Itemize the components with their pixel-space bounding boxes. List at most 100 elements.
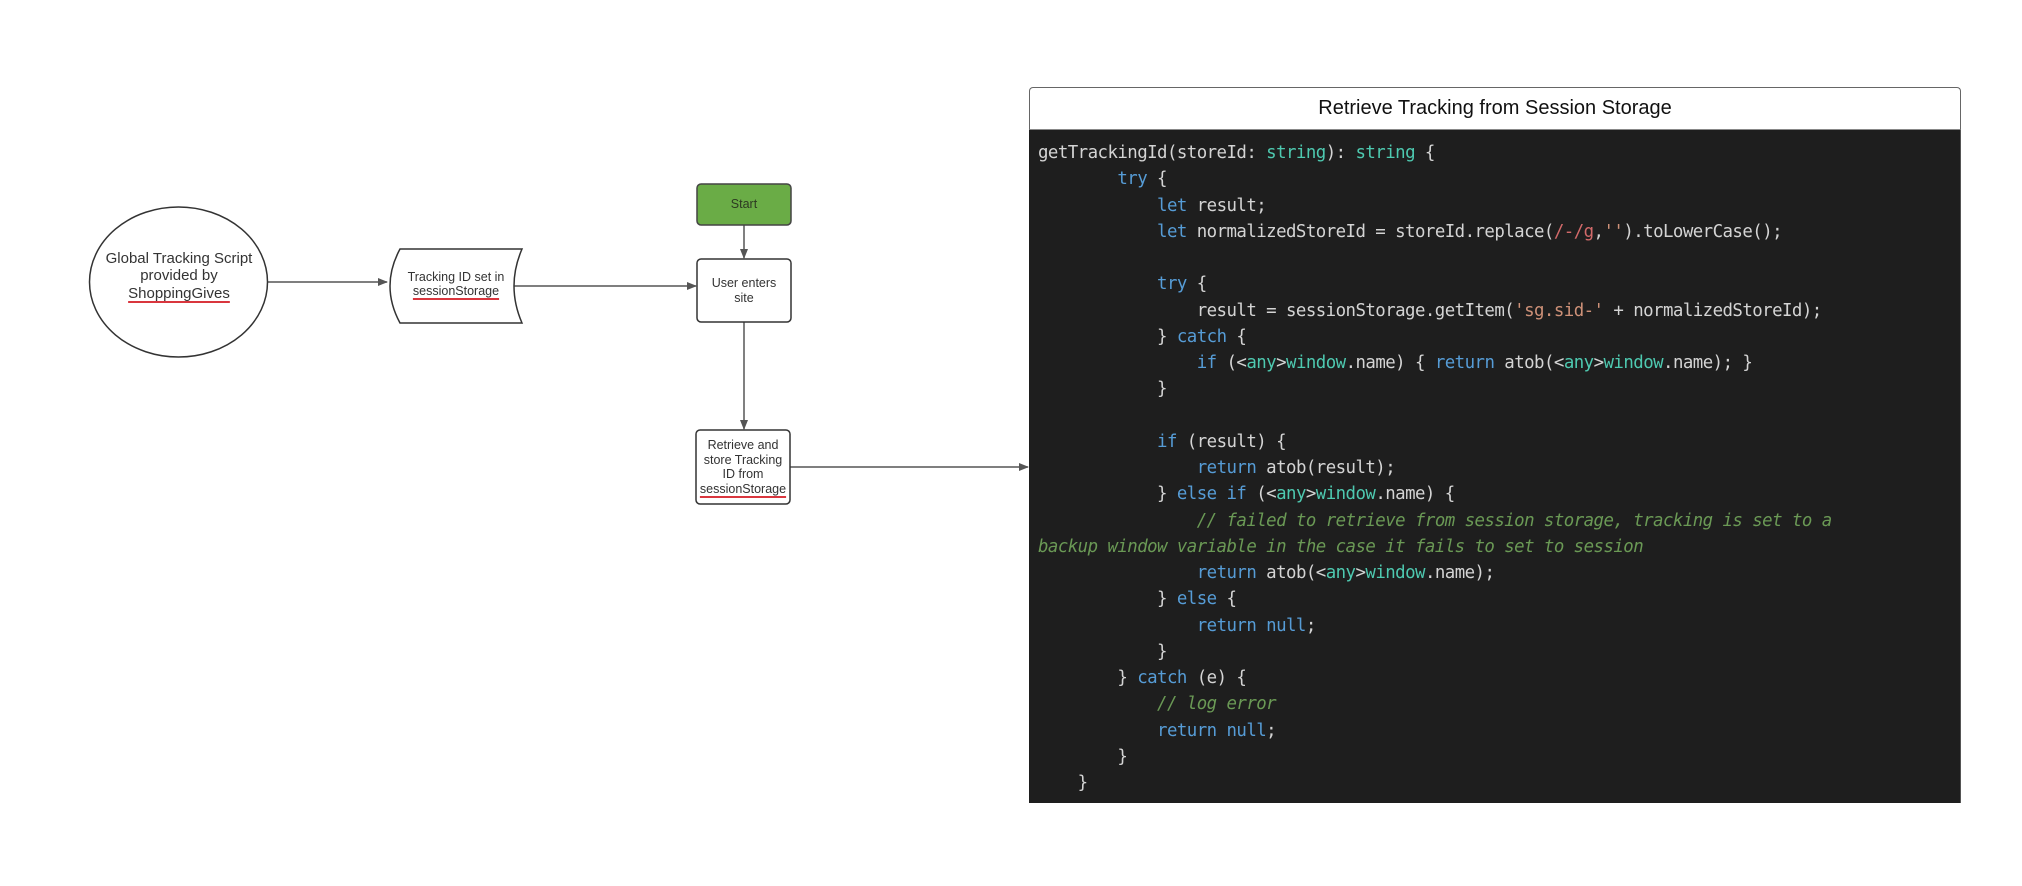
code-token: result = sessionStorage.getItem( [1038,300,1515,321]
code-line: return atob(result); [1038,455,1960,481]
code-token: getTrackingId(storeId: [1038,143,1267,163]
label-underlined-word: ShoppingGives [128,284,230,302]
code-token: > [1276,353,1287,373]
code-type: window [1603,353,1664,373]
code-line: let normalizedStoreId = storeId.replace(… [1038,219,1960,245]
label-retrieve-store: Retrieve and store Tracking ID from sess… [696,430,790,504]
code-token: .name) { [1375,484,1455,505]
code-token: > [1305,484,1316,505]
code-line: try { [1038,271,1960,297]
code-token: { [1147,169,1167,190]
label-line: Start [730,197,758,212]
code-type: string [1355,143,1415,163]
label-line: ID from [722,467,764,481]
code-text: getTrackingId(storeId: string): string {… [1038,140,1960,796]
code-block: getTrackingId(storeId: string): string {… [1029,130,1961,803]
code-token: .name); } [1663,353,1753,373]
label-global-tracking-script: Global Tracking Script provided by Shopp… [90,242,268,310]
code-line: return null; [1038,718,1960,744]
code-token: { [1186,274,1207,295]
label-underlined-word: sessionStorage [699,481,787,496]
label-line: Retrieve and [707,438,779,452]
code-line: try { [1038,166,1960,192]
code-comment: // failed to retrieve from session stora… [1196,510,1832,531]
code-line: } else if (<any>window.name) { [1038,481,1960,507]
code-type: window [1286,353,1346,373]
label-line: site [734,290,754,305]
code-token: ).toLowerCase(); [1623,221,1783,242]
code-line: return null; [1038,613,1960,639]
code-token: { [1226,326,1247,347]
code-token: (result) { [1176,431,1287,452]
code-token: result; [1186,195,1267,216]
code-keyword: return [1196,563,1257,583]
code-token: (e) { [1186,668,1247,688]
code-token: atob(< [1494,353,1564,373]
label-underlined-word: sessionStorage [412,284,500,298]
code-keyword: try [1157,274,1187,295]
code-keyword: catch [1176,326,1227,347]
code-panel-title: Retrieve Tracking from Session Storage [1029,87,1961,130]
code-token: } [1038,668,1138,688]
code-line: } [1038,376,1960,402]
code-keyword: return null [1196,615,1307,636]
code-string: '' [1603,221,1624,242]
code-line: if (<any>window.name) { return atob(<any… [1038,350,1960,376]
code-line: let result; [1038,193,1960,219]
code-token: ): [1325,143,1356,163]
label-line: provided by [140,267,218,285]
code-token: .name) { [1345,353,1435,373]
code-token: atob(< [1256,563,1326,583]
code-keyword: if [1196,353,1217,373]
code-token: + normalizedStoreId); [1603,300,1822,321]
code-keyword: else [1176,589,1217,610]
code-line: result = sessionStorage.getItem('sg.sid-… [1038,298,1960,324]
code-line: } [1038,744,1960,770]
label-start: Start [697,184,791,225]
code-token: } [1038,641,1167,662]
code-keyword: else if [1176,484,1247,505]
code-line: backup window variable in the case it fa… [1038,534,1960,560]
code-token: ; [1266,720,1277,741]
code-keyword: let [1157,195,1187,216]
code-keyword: return [1434,353,1495,373]
code-line: getTrackingId(storeId: string): string { [1038,140,1960,166]
code-comment: // log error [1157,694,1277,715]
code-type: window [1365,563,1425,583]
code-token: (< [1246,484,1277,505]
code-type: any [1246,353,1277,373]
code-type: any [1325,563,1356,583]
code-token: > [1593,353,1604,373]
code-line: } else { [1038,586,1960,612]
code-regex: /-/g [1553,221,1594,242]
code-keyword: return null [1157,720,1267,741]
code-token: atob(result); [1256,458,1396,478]
code-line: } catch (e) { [1038,665,1960,691]
code-token: } [1038,589,1177,610]
code-line: } [1038,770,1960,796]
code-keyword: catch [1137,668,1187,688]
code-type: window [1315,484,1376,505]
code-comment: backup window variable in the case it fa… [1038,536,1644,557]
label-line: store Tracking [703,452,783,467]
code-line: return atob(<any>window.name); [1038,560,1960,586]
code-token: } [1038,773,1088,793]
code-token: > [1355,563,1366,583]
code-token: } [1038,379,1167,400]
code-token: ; [1305,615,1316,636]
code-string: 'sg.sid-' [1514,300,1604,321]
code-keyword: let [1157,221,1187,242]
label-line: Global Tracking Script [105,249,253,267]
